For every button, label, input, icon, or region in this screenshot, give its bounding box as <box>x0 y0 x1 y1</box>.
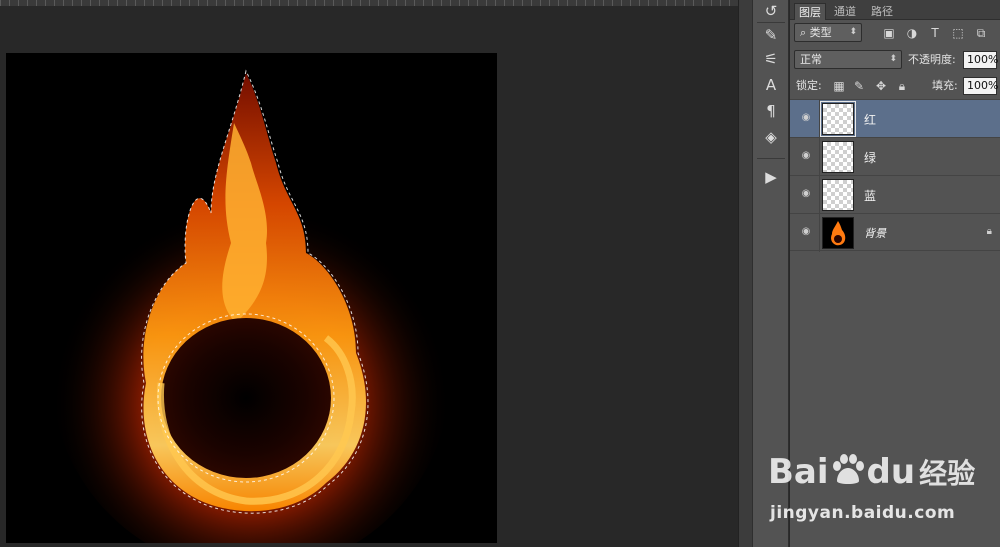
watermark-url: jingyan.baidu.com <box>770 503 956 523</box>
visibility-column: ◉ <box>790 176 820 214</box>
fill-label: 填充: <box>932 79 958 92</box>
lock-icon: 🔒︎ <box>986 226 992 237</box>
image-canvas[interactable] <box>6 53 497 543</box>
blend-mode-value: 正常 <box>800 53 822 66</box>
fill-field[interactable]: 100% <box>963 77 998 95</box>
lock-label: 锁定: <box>796 79 822 92</box>
visibility-column: ◉ <box>790 138 820 176</box>
fire-thumbnail-icon <box>831 221 846 246</box>
ruler <box>0 0 738 6</box>
character-icon[interactable]: A <box>759 74 783 96</box>
eye-icon[interactable]: ◉ <box>799 226 813 238</box>
brush-preset-icon[interactable]: ✎ <box>759 24 783 46</box>
filter-type-select[interactable]: ⌕ 类型 ⬍ <box>794 23 862 42</box>
visibility-column: ◉ <box>790 100 820 138</box>
eye-icon[interactable]: ◉ <box>799 112 813 124</box>
shape-filter-icon[interactable]: ⬚ <box>951 26 965 40</box>
tab-paths[interactable]: 路径 <box>867 3 897 20</box>
blend-mode-select[interactable]: 正常 ⬍ <box>794 50 902 69</box>
filter-type-value: 类型 <box>809 26 832 39</box>
pixel-filter-icon[interactable]: ▣ <box>882 26 896 40</box>
vertical-scrollbar[interactable] <box>738 0 752 547</box>
layer-name: 红 <box>864 113 877 127</box>
layer-thumbnail <box>820 101 856 137</box>
brand-right: du <box>866 452 916 492</box>
layer-thumbnail <box>822 179 854 211</box>
eye-icon[interactable]: ◉ <box>799 150 813 162</box>
fire-ring-image <box>51 69 451 543</box>
layer-row-blue[interactable]: ◉ 蓝 <box>790 175 1000 214</box>
lock-transparency-icon[interactable]: ▦ <box>832 79 846 93</box>
layer-row-green[interactable]: ◉ 绿 <box>790 137 1000 176</box>
adjust-icon[interactable]: ⚟ <box>759 48 783 70</box>
divider <box>757 22 785 23</box>
layer-row-red[interactable]: ◉ 红 <box>790 99 1000 138</box>
filter-row: ⌕ 类型 ⬍ ▣ ◑ T ⬚ ⧉ <box>790 22 1000 48</box>
layer-name: 蓝 <box>864 189 877 203</box>
chevron-down-icon: ⬍ <box>889 54 897 64</box>
search-icon: ⌕ <box>800 26 810 39</box>
baidu-watermark-logo: Bai du 经验 <box>768 452 975 492</box>
3d-icon[interactable]: ◈ <box>759 126 783 148</box>
opacity-field[interactable]: 100% <box>963 51 998 69</box>
divider <box>757 158 785 159</box>
adjustment-filter-icon[interactable]: ◑ <box>905 26 919 40</box>
panel-tabs: 图层 通道 路径 <box>790 0 1000 20</box>
layer-name: 绿 <box>864 151 877 165</box>
layer-row-background[interactable]: ◉ 背景 🔒︎ <box>790 213 1000 252</box>
opacity-label: 不透明度: <box>908 53 956 66</box>
layer-thumbnail <box>822 141 854 173</box>
blend-row: 正常 ⬍ 不透明度: 100% <box>790 48 1000 74</box>
type-filter-icon[interactable]: T <box>928 26 942 40</box>
lock-move-icon[interactable]: ✥ <box>874 79 888 93</box>
paragraph-icon[interactable]: ¶ <box>759 100 783 122</box>
layer-name: 背景 <box>864 227 886 240</box>
play-icon[interactable]: ▶ <box>759 166 783 188</box>
eye-icon[interactable]: ◉ <box>799 188 813 200</box>
smart-object-filter-icon[interactable]: ⧉ <box>974 26 988 40</box>
paw-icon <box>832 454 864 484</box>
jingyan-label: 经验 <box>919 457 976 490</box>
lock-brush-icon[interactable]: ✎ <box>852 79 866 93</box>
chevron-down-icon: ⬍ <box>849 27 857 37</box>
visibility-column: ◉ <box>790 214 820 252</box>
tab-layers[interactable]: 图层 <box>794 3 826 20</box>
lock-all-icon[interactable]: 🔒︎ <box>895 79 909 93</box>
layer-thumbnail <box>822 217 854 249</box>
lock-row: 锁定: ▦ ✎ ✥ 🔒︎ 填充: 100% <box>790 74 1000 100</box>
tool-history-icon[interactable]: ↺ <box>759 0 783 22</box>
brand-left: Bai <box>768 452 829 492</box>
tab-channels[interactable]: 通道 <box>830 3 860 20</box>
document-workspace <box>0 0 738 547</box>
